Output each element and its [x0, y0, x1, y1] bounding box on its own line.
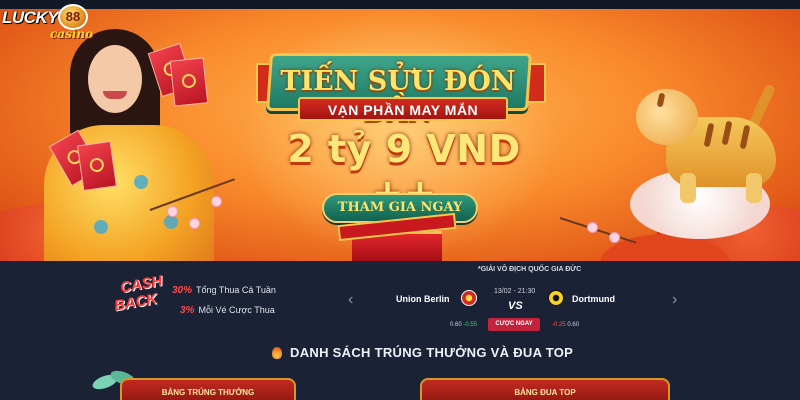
promo-banner[interactable]: TIẾN SỬU ĐÓN DẦN VẠN PHẦN MAY MẮN 2 tỷ 9…: [0, 9, 800, 261]
flower-pattern: [134, 175, 148, 189]
dortmund-crest-icon: [548, 290, 564, 306]
cashback-badge-line2: BACK: [112, 290, 159, 315]
woman-illustration: [30, 25, 230, 261]
brand-subtitle: casino: [50, 27, 94, 41]
prev-match-arrow[interactable]: ‹: [348, 291, 353, 309]
winners-section-title: DANH SÁCH TRÚNG THƯỞNG VÀ ĐUA TOP: [290, 345, 574, 360]
league-name: *GIẢI VÔ ĐỊCH QUỐC GIA ĐỨC: [478, 266, 582, 273]
red-envelope-icon: [76, 140, 118, 192]
blossom-branch: [559, 217, 637, 244]
blossom-flower: [168, 207, 177, 216]
away-team-name: Dortmund: [572, 294, 615, 304]
blossom-flower: [610, 233, 619, 242]
away-odds: -0.25 0.60: [552, 322, 579, 328]
cashback-row: 30% Tổng Thua Cả Tuần: [172, 285, 276, 296]
red-envelope-icon: [169, 57, 209, 107]
blossom-flower: [212, 197, 221, 206]
home-odds-change: -0.55: [463, 322, 478, 328]
flower-pattern: [94, 220, 108, 234]
brand-logo[interactable]: LUCKY 88 casino: [2, 4, 94, 44]
cashback-percent: 30%: [172, 285, 193, 296]
cashback-badge[interactable]: CASH BACK: [110, 272, 180, 318]
match-time: 13/02 - 21:30: [494, 288, 536, 295]
versus-label: VS: [508, 300, 523, 312]
flower-pattern: [164, 215, 178, 229]
union-berlin-crest-icon: [461, 290, 477, 306]
page: LUCKY 88 casino TIẾN SỬU ĐÓN VẠN PHẦN MA…: [0, 0, 800, 400]
next-match-arrow[interactable]: ›: [672, 291, 677, 309]
cashback-text: Mỗi Vé Cược Thua: [198, 305, 275, 315]
fire-icon: [272, 347, 282, 359]
top-navbar: [0, 0, 800, 9]
home-odds: 0.60 -0.55: [450, 322, 477, 328]
panel-label: BẢNG TRÚNG THƯỞNG: [161, 388, 255, 397]
away-odds-change: -0.25: [552, 322, 566, 328]
brand-name: LUCKY: [2, 8, 59, 27]
cashback-row: 3% Mỗi Vé Cược Thua: [180, 305, 275, 316]
panel-label: BẢNG ĐUA TOP: [514, 388, 576, 397]
banner-subtitle: VẠN PHẦN MAY MẮN: [327, 102, 479, 118]
bet-now-button[interactable]: CƯỢC NGAY: [488, 318, 540, 331]
cashback-text: Tổng Thua Cả Tuần: [196, 285, 276, 295]
leaderboard-panel-tab[interactable]: BẢNG ĐUA TOP: [420, 378, 670, 400]
tiger-icon: [636, 77, 786, 207]
away-odds-value: 0.60: [567, 322, 580, 328]
blossom-flower: [588, 223, 597, 232]
home-odds-value: 0.60: [450, 322, 462, 328]
face-shape: [88, 45, 142, 113]
home-team-name: Union Berlin: [396, 294, 450, 304]
winners-panel-tab[interactable]: BẢNG TRÚNG THƯỞNG: [120, 378, 296, 400]
blossom-flower: [190, 219, 199, 228]
cashback-percent: 3%: [180, 305, 195, 316]
subtitle-ribbon: VẠN PHẦN MAY MẮN: [298, 97, 508, 121]
